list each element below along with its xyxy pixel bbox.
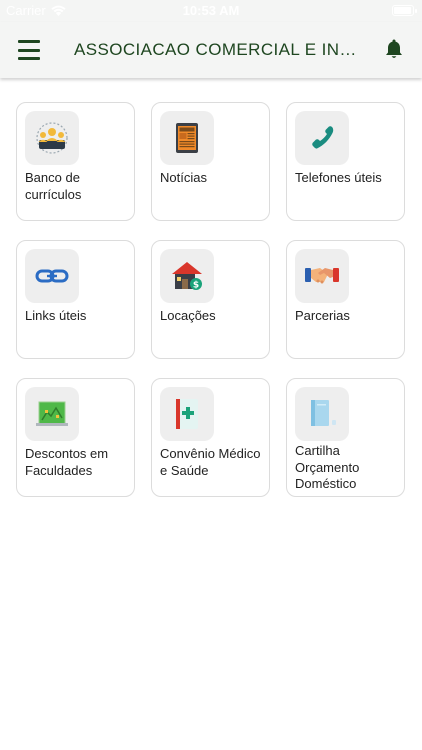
menu-card-telefones-uteis[interactable]: Telefones úteis: [286, 102, 405, 221]
menu-card-links-uteis[interactable]: Links úteis: [16, 240, 135, 359]
menu-card-banco-de-curriculos[interactable]: Banco de currículos: [16, 102, 135, 221]
menu-card-noticias[interactable]: Notícias: [151, 102, 270, 221]
menu-card-label: Notícias: [160, 170, 207, 185]
phone-handset-icon: [312, 126, 334, 149]
menu-card-label: Cartilha Orçamento Doméstico: [295, 443, 360, 491]
battery-icon: [392, 5, 417, 16]
icon-tile: [25, 387, 79, 441]
menu-card-locacoes[interactable]: $ Locações: [151, 240, 270, 359]
bell-icon[interactable]: [382, 37, 406, 61]
icon-tile: [295, 249, 349, 303]
menu-card-label: Banco de currículos: [25, 170, 82, 202]
menu-card-label: Parcerias: [295, 308, 350, 323]
map-discount-icon: [36, 401, 68, 426]
icon-tile: [25, 249, 79, 303]
icon-tile: [295, 387, 349, 441]
status-bar: Carrier 10:53 AM: [0, 0, 422, 22]
medical-plus-icon: [176, 399, 198, 429]
news-tablet-icon: [176, 123, 198, 153]
menu-card-label: Convênio Médico e Saúde: [160, 446, 261, 478]
status-time: 10:53 AM: [182, 3, 240, 18]
house-rent-icon: $: [172, 262, 202, 291]
menu-card-parcerias[interactable]: Parcerias: [286, 240, 405, 359]
menu-card-label: Links úteis: [25, 308, 87, 323]
menu-card-convenio-medico-e-saude[interactable]: Convênio Médico e Saúde: [151, 378, 270, 497]
chain-link-icon: [35, 269, 69, 283]
team-people-icon: [36, 122, 68, 154]
top-app-bar: ASSOCIACAO COMERCIAL E INDU...: [0, 22, 422, 78]
menu-card-label: Telefones úteis: [295, 170, 382, 185]
hamburger-menu-icon[interactable]: [18, 40, 40, 60]
menu-card-cartilha-orcamento-domestico[interactable]: Cartilha Orçamento Doméstico: [286, 378, 405, 497]
icon-tile: [295, 111, 349, 165]
svg-text:$: $: [193, 281, 199, 291]
menu-card-label: Locações: [160, 308, 216, 323]
page-title: ASSOCIACAO COMERCIAL E INDU...: [74, 40, 358, 59]
icon-tile: [25, 111, 79, 165]
menu-card-descontos-em-faculdades[interactable]: Descontos em Faculdades: [16, 378, 135, 497]
handshake-icon: [305, 268, 339, 284]
icon-tile: $: [160, 249, 214, 303]
menu-card-label: Descontos em Faculdades: [25, 446, 109, 478]
icon-tile: [160, 111, 214, 165]
booklet-icon: [311, 400, 336, 426]
icon-tile: [160, 387, 214, 441]
